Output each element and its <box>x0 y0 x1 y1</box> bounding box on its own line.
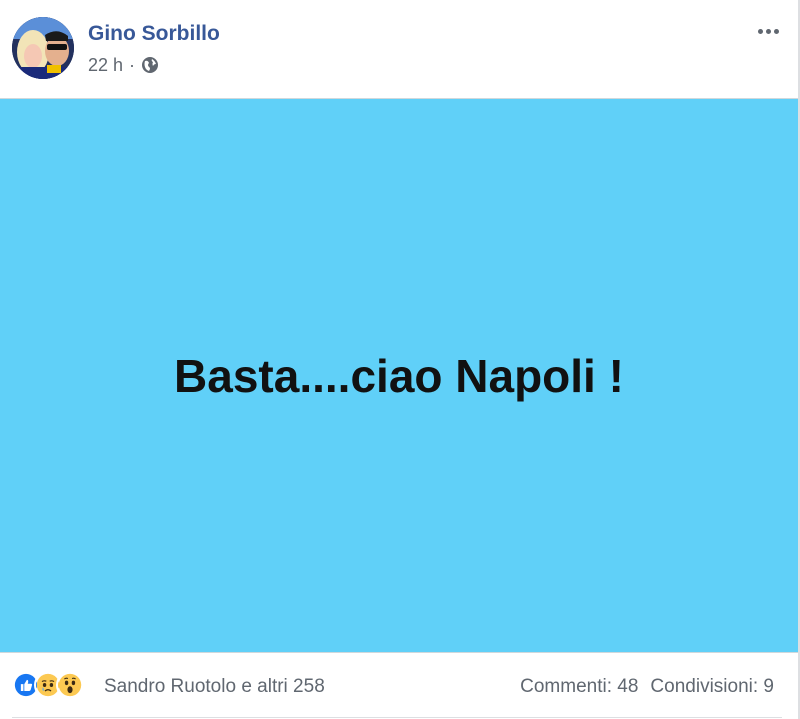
post-footer: Sandro Ruotolo e altri 258 Commenti: 48 … <box>0 654 798 718</box>
reactors-summary-link[interactable]: Sandro Ruotolo e altri 258 <box>104 676 325 698</box>
dot <box>765 28 771 34</box>
more-options-icon[interactable] <box>750 20 786 42</box>
post-header: Gino Sorbillo 22 h · <box>0 0 798 98</box>
post-content-background[interactable]: Basta....ciao Napoli ! <box>0 98 798 653</box>
author-avatar[interactable] <box>12 17 74 79</box>
author-name-link[interactable]: Gino Sorbillo <box>88 22 220 46</box>
shares-count-link[interactable]: Condivisioni: 9 <box>650 676 774 698</box>
post-meta: 22 h · <box>88 54 159 76</box>
dot <box>757 28 763 34</box>
divider <box>12 717 782 718</box>
facebook-post: Gino Sorbillo 22 h · Basta....ciao Napol… <box>0 0 800 719</box>
dot <box>773 28 779 34</box>
post-timestamp[interactable]: 22 h <box>88 55 123 76</box>
globe-icon[interactable] <box>141 56 159 74</box>
comments-count-link[interactable]: Commenti: 48 <box>520 676 638 698</box>
meta-separator: · <box>129 54 136 75</box>
avatar-image <box>12 17 74 79</box>
reaction-icons[interactable] <box>12 671 84 699</box>
wow-icon <box>56 671 84 699</box>
engagement-counts: Commenti: 48 Condivisioni: 9 <box>520 676 774 698</box>
post-text: Basta....ciao Napoli ! <box>174 349 624 402</box>
